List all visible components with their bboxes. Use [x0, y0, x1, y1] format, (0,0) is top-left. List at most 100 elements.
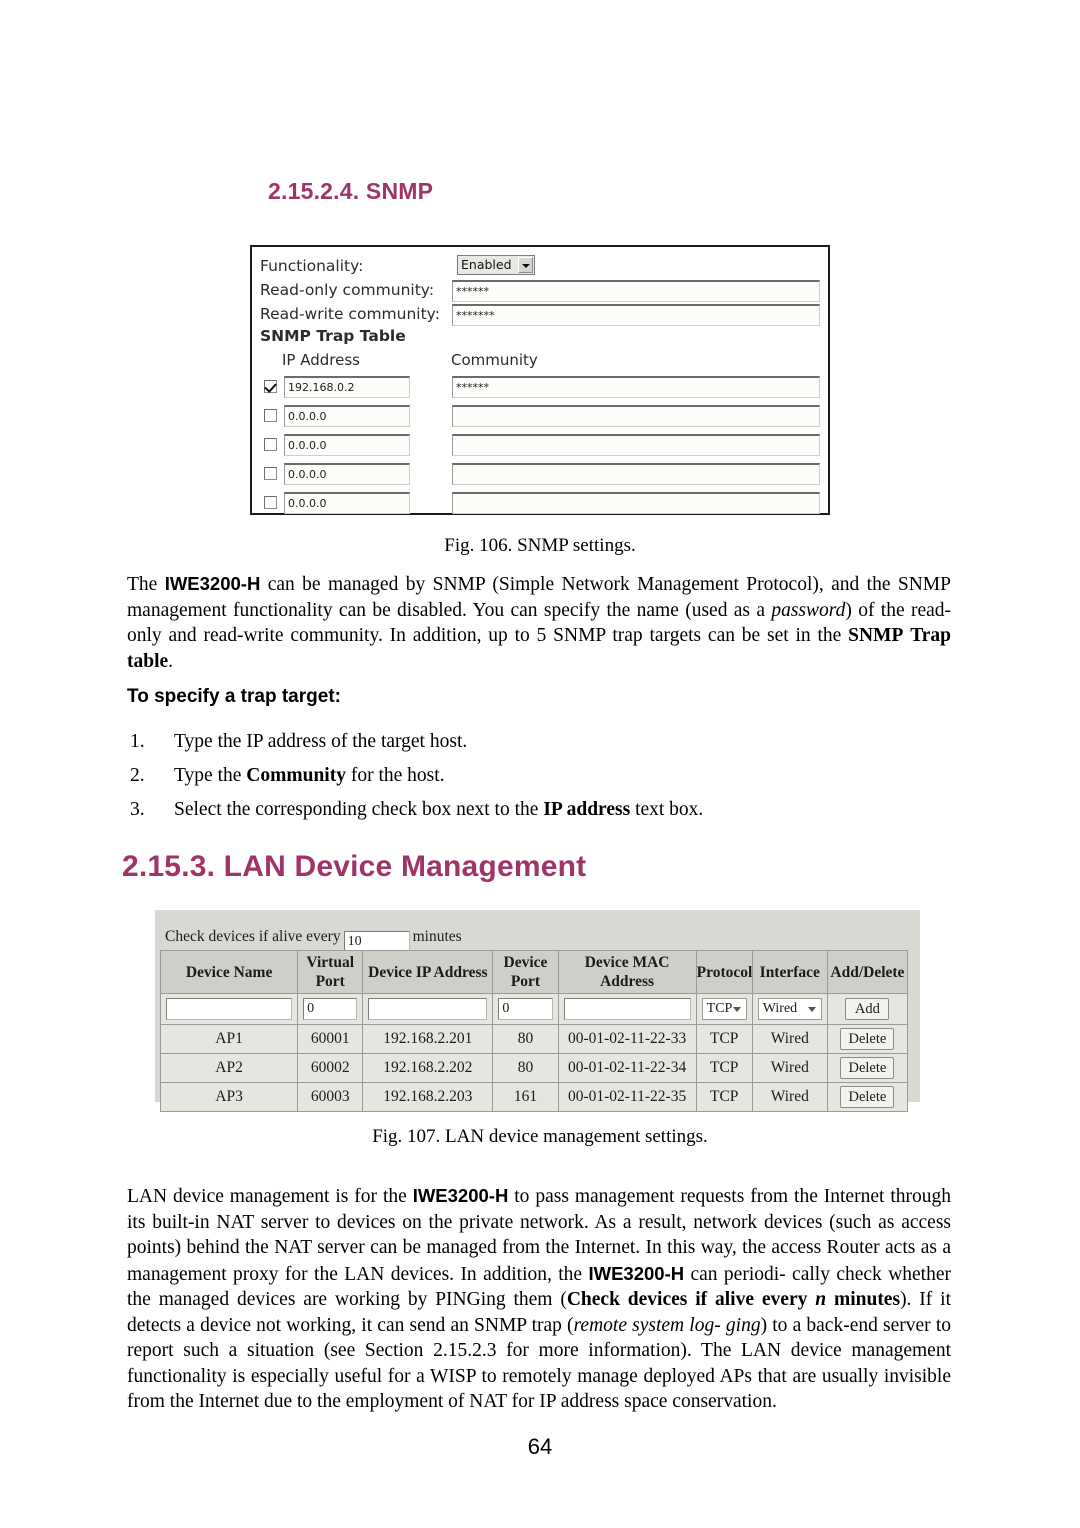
device-port-input[interactable]: 0 — [498, 998, 553, 1020]
lan-body-paragraph: LAN device management is for the IWE3200… — [127, 1185, 951, 1412]
lan-device-management-panel: Check devices if alive every 10 minutes De… — [155, 910, 920, 1112]
cell-device-port: 80 — [492, 1053, 559, 1083]
list-item-number: 2. — [130, 765, 145, 786]
trap-row-community-input[interactable] — [452, 405, 820, 427]
check-alive-interval-row: Check devices if alive every 10 minutes — [165, 926, 462, 952]
trap-row-ip-input[interactable]: 0.0.0.0 — [284, 492, 410, 514]
list-item-text: Type the IP address of the target host. — [174, 731, 468, 752]
check-alive-interval-input[interactable]: 10 — [343, 931, 410, 952]
cell-interface: Wired — [751, 1024, 828, 1054]
lan-device-table: Device Name Virtual Port Device IP Addre… — [159, 950, 909, 1112]
check-alive-suffix-label: minutes — [412, 928, 462, 945]
snmp-settings-panel: Functionality: Enabled Read-only communi… — [250, 245, 830, 515]
cell-interface: Wired — [751, 1053, 828, 1083]
cell-device-name: AP1 — [159, 1024, 299, 1054]
device-mac-input[interactable] — [563, 998, 691, 1020]
cell-device-mac — [557, 993, 697, 1025]
trap-row-ip-input[interactable]: 0.0.0.0 — [284, 434, 410, 456]
table-header-row: Device Name Virtual Port Device IP Addre… — [159, 950, 909, 994]
cell-virtual-port: 60001 — [297, 1024, 364, 1054]
trap-row-community-input[interactable] — [452, 492, 820, 514]
table-row: AP2 60002 192.168.2.202 80 00-01-02-11-2… — [159, 1053, 909, 1083]
cell-action: Delete — [826, 1024, 909, 1054]
snmp-trap-table-title: SNMP Trap Table — [260, 327, 406, 345]
virtual-port-input[interactable]: 0 — [303, 998, 358, 1020]
list-item-text: Select the corresponding check box next … — [174, 799, 704, 820]
read-only-community-label: Read-only community: — [260, 281, 435, 299]
cell-interface: Wired — [751, 993, 828, 1025]
functionality-select[interactable]: Enabled — [457, 255, 535, 275]
cell-protocol: TCP — [695, 1024, 753, 1054]
cell-device-name: AP2 — [159, 1053, 299, 1083]
column-header-interface: Interface — [751, 950, 828, 994]
trap-row-ip-input[interactable]: 0.0.0.0 — [284, 405, 410, 427]
cell-device-name: AP3 — [159, 1082, 299, 1112]
delete-button[interactable]: Delete — [840, 1057, 895, 1079]
cell-device-ip: 192.168.2.201 — [362, 1024, 494, 1054]
table-row: AP1 60001 192.168.2.201 80 00-01-02-11-2… — [159, 1024, 909, 1054]
device-ip-input[interactable] — [368, 998, 488, 1020]
trap-row-checkbox[interactable] — [264, 467, 277, 480]
column-header-virtual-port: Virtual Port — [297, 950, 364, 994]
trap-row-ip-input[interactable]: 0.0.0.0 — [284, 463, 410, 485]
device-name-input[interactable] — [166, 998, 293, 1020]
add-button[interactable]: Add — [845, 998, 890, 1020]
cell-action: Delete — [826, 1082, 909, 1112]
snmp-body-paragraph: The IWE3200-H can be managed by SNMP (Si… — [127, 573, 952, 672]
column-header-add-delete: Add/Delete — [826, 950, 909, 994]
cell-virtual-port: 0 — [297, 993, 364, 1025]
cell-device-mac: 00-01-02-11-22-33 — [557, 1024, 697, 1054]
cell-protocol: TCP — [695, 993, 753, 1025]
column-header-device-mac-address: Device MAC Address — [557, 950, 697, 994]
delete-button[interactable]: Delete — [840, 1086, 895, 1108]
column-header-community: Community — [451, 351, 538, 369]
cell-device-port: 161 — [492, 1082, 559, 1112]
section-heading-lan-device-management: 2.15.3. LAN Device Management — [122, 850, 587, 883]
trap-row-community-input[interactable]: ****** — [452, 376, 820, 398]
table-row: AP3 60003 192.168.2.203 161 00-01-02-11-… — [159, 1082, 909, 1112]
functionality-label: Functionality: — [260, 257, 364, 275]
trap-row-community-input[interactable] — [452, 434, 820, 456]
trap-row-ip-input[interactable]: 192.168.0.2 — [284, 376, 410, 398]
figure-caption-107: Fig. 107. LAN device management settings… — [372, 1126, 708, 1147]
cell-device-port: 0 — [492, 993, 559, 1025]
column-header-device-name: Device Name — [159, 950, 299, 994]
column-header-device-ip-address: Device IP Address — [362, 950, 494, 994]
trap-row-checkbox[interactable] — [264, 380, 277, 393]
cell-device-mac: 00-01-02-11-22-35 — [557, 1082, 697, 1112]
interface-select[interactable]: Wired — [757, 998, 822, 1020]
figure-caption-106: Fig. 106. SNMP settings. — [444, 535, 636, 556]
trap-row-community-input[interactable] — [452, 463, 820, 485]
column-header-protocol: Protocol — [695, 950, 753, 994]
list-item-number: 1. — [130, 731, 145, 752]
cell-device-port: 80 — [492, 1024, 559, 1054]
chevron-down-icon — [518, 257, 533, 273]
cell-action: Delete — [826, 1053, 909, 1083]
cell-protocol: TCP — [695, 1082, 753, 1112]
cell-device-ip — [362, 993, 494, 1025]
trap-row-checkbox[interactable] — [264, 496, 277, 509]
trap-row-checkbox[interactable] — [264, 409, 277, 422]
check-alive-prefix-label: Check devices if alive every — [165, 928, 341, 945]
table-input-row: 0 0 TCP Wired Add — [159, 993, 909, 1025]
list-item-text: Type the Community for the host. — [174, 765, 445, 786]
cell-device-name — [159, 993, 299, 1025]
read-write-community-label: Read-write community: — [260, 305, 440, 323]
read-only-community-input[interactable]: ****** — [452, 280, 820, 302]
page-number: 64 — [527, 1434, 553, 1459]
column-header-device-port: Device Port — [492, 950, 559, 994]
delete-button[interactable]: Delete — [840, 1028, 895, 1050]
cell-device-ip: 192.168.2.203 — [362, 1082, 494, 1112]
cell-interface: Wired — [751, 1082, 828, 1112]
trap-row-checkbox[interactable] — [264, 438, 277, 451]
cell-virtual-port: 60002 — [297, 1053, 364, 1083]
functionality-select-value: Enabled — [461, 257, 512, 272]
cell-action: Add — [826, 993, 909, 1025]
cell-device-ip: 192.168.2.202 — [362, 1053, 494, 1083]
protocol-select[interactable]: TCP — [701, 998, 747, 1020]
column-header-ip-address: IP Address — [282, 351, 360, 369]
section-heading-snmp: 2.15.2.4. SNMP — [268, 178, 434, 204]
list-item-number: 3. — [130, 799, 145, 820]
cell-device-mac: 00-01-02-11-22-34 — [557, 1053, 697, 1083]
read-write-community-input[interactable]: ******* — [452, 304, 820, 326]
